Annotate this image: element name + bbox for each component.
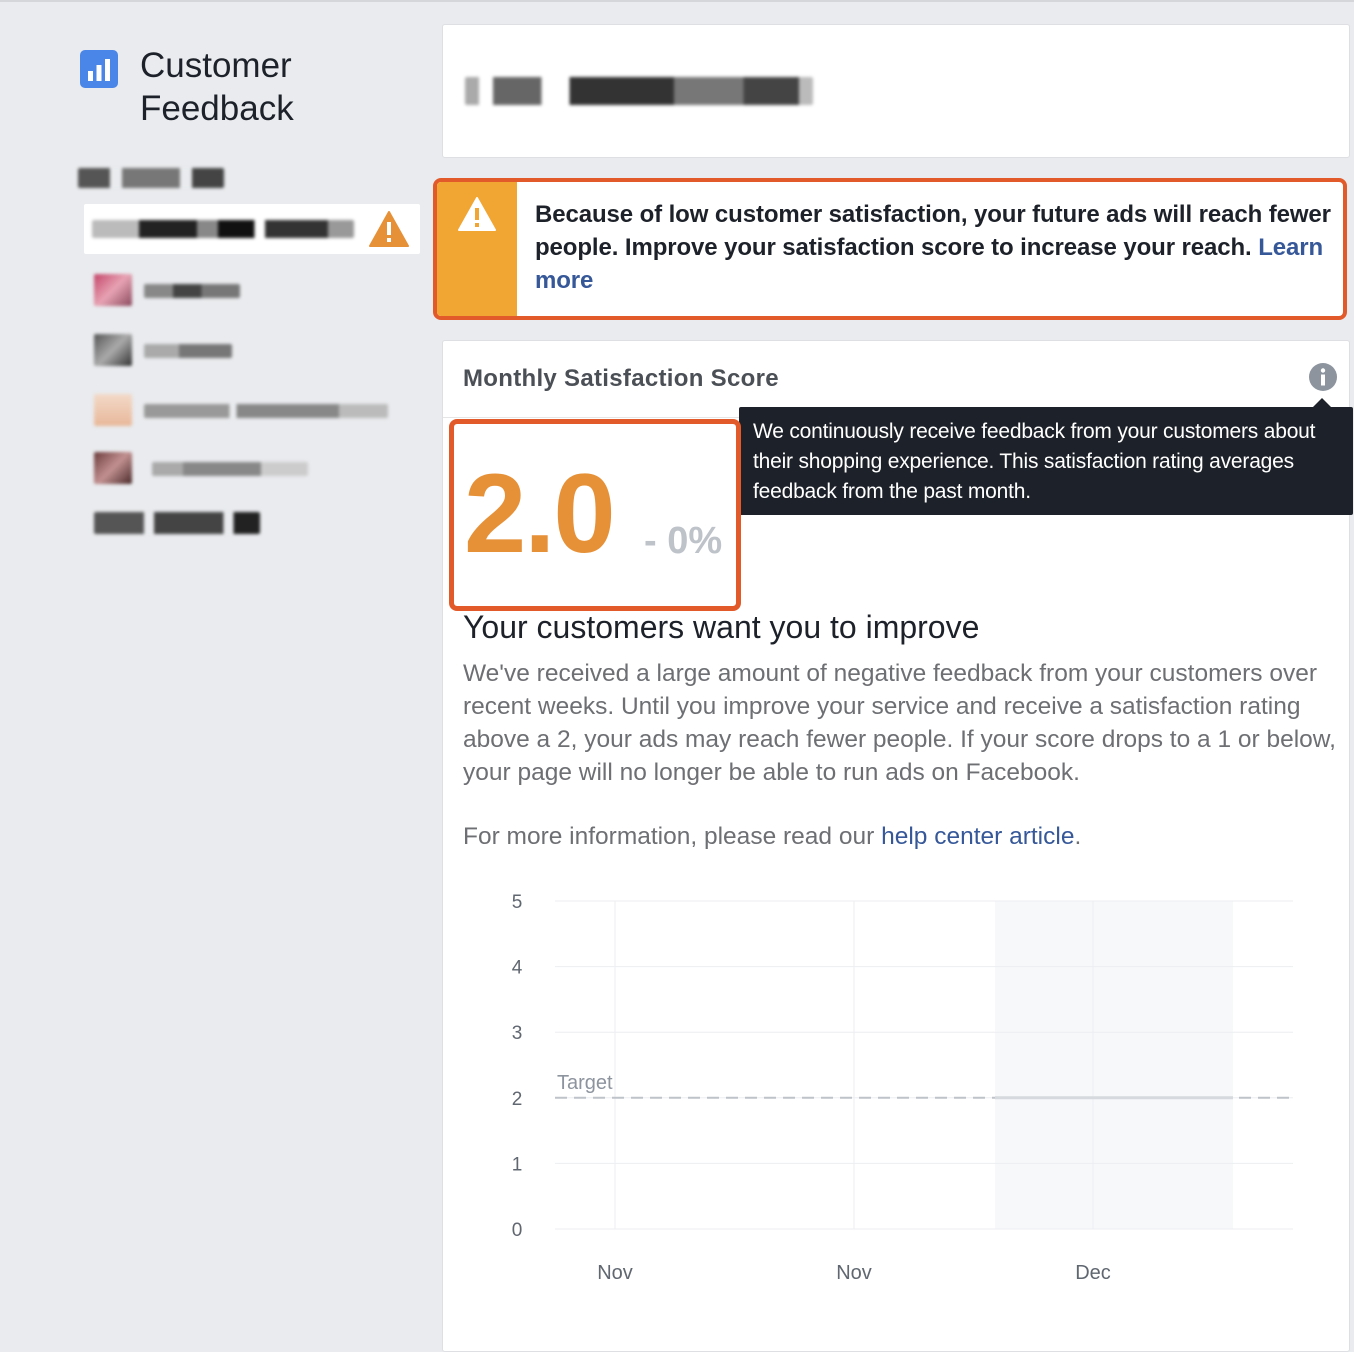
page-name-redacted [465, 77, 813, 105]
bar-chart-icon [80, 50, 118, 88]
page-avatar [94, 452, 132, 484]
score-box: 2.0 - 0% [449, 419, 741, 611]
sidebar-item-redacted[interactable] [92, 448, 412, 490]
alert-message: Because of low customer satisfaction, yo… [535, 198, 1335, 297]
sidebar-item-label-redacted [92, 220, 354, 238]
warning-icon [458, 197, 496, 231]
section-label-redacted [78, 168, 224, 188]
sidebar-item-label-redacted [144, 344, 232, 358]
more-info-text: For more information, please read our he… [463, 823, 1081, 851]
sidebar-item-label-redacted [144, 404, 388, 418]
page-avatar [94, 274, 132, 306]
sidebar-item-redacted[interactable] [92, 330, 412, 372]
y-tick-label: 1 [512, 1154, 523, 1175]
app-brand[interactable]: Customer Feedback [80, 44, 360, 130]
alert-stripe [437, 182, 517, 316]
y-tick-label: 0 [512, 1220, 523, 1241]
page-header-card [442, 24, 1350, 158]
recent-period-band [995, 901, 1233, 1229]
x-tick-label: Dec [1075, 1262, 1111, 1284]
sidebar-item-redacted[interactable] [92, 270, 412, 312]
sidebar-item-label-redacted [152, 462, 308, 476]
low-satisfaction-alert: Because of low customer satisfaction, yo… [433, 178, 1347, 320]
more-info-suffix: . [1074, 823, 1082, 850]
page-avatar [94, 334, 132, 366]
y-tick-label: 2 [512, 1089, 523, 1110]
y-tick-label: 3 [512, 1023, 523, 1044]
y-tick-label: 4 [512, 958, 523, 979]
target-label: Target [557, 1072, 613, 1094]
card-title: Monthly Satisfaction Score [463, 365, 779, 392]
alert-message-text: Because of low customer satisfaction, yo… [535, 201, 1331, 261]
info-tooltip: We continuously receive feedback from yo… [739, 398, 1353, 515]
improve-description: We've received a large amount of negativ… [463, 660, 1336, 786]
y-tick-label: 5 [512, 892, 523, 913]
score-change: - 0% [644, 520, 723, 562]
improve-headline: Your customers want you to improve [463, 609, 980, 645]
sidebar-more-redacted[interactable] [94, 512, 260, 534]
app-title: Customer Feedback [140, 46, 294, 128]
tooltip-text: We continuously receive feedback from yo… [753, 420, 1316, 503]
info-icon[interactable] [1308, 362, 1338, 392]
satisfaction-score-card: Monthly Satisfaction Score We continuous… [442, 340, 1353, 1352]
sidebar: Customer Feedback [0, 0, 430, 1338]
more-info-prefix: For more information, please read our [463, 823, 882, 850]
page-avatar [94, 394, 132, 426]
sidebar-item-redacted[interactable] [92, 390, 412, 432]
satisfaction-chart: 0 1 2 3 4 5 Nov Nov Dec Target [512, 892, 1293, 1284]
warning-icon [369, 211, 409, 247]
x-tick-label: Nov [597, 1262, 633, 1284]
help-center-link[interactable]: help center article [881, 823, 1074, 850]
sidebar-item-label-redacted [144, 284, 240, 298]
satisfaction-score: 2.0 [464, 451, 616, 576]
x-tick-label: Nov [836, 1262, 872, 1284]
